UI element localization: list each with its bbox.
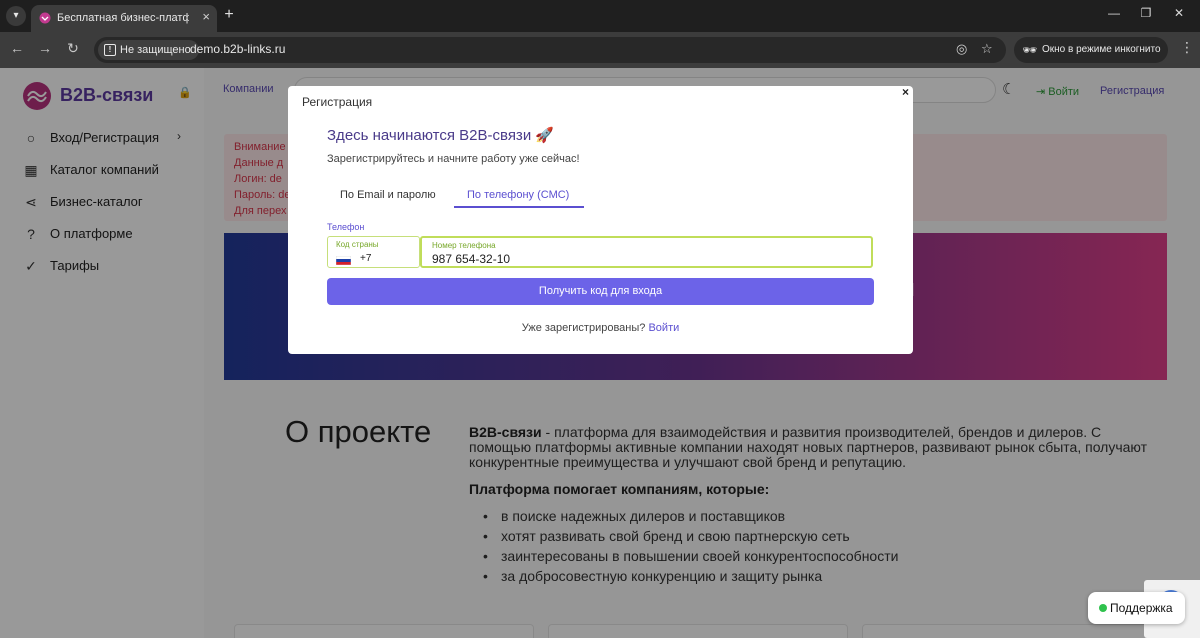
restore-icon[interactable]: ❐ [1138,6,1154,20]
new-tab-button[interactable]: + [221,6,237,24]
online-status-dot [1099,604,1107,612]
tab-email-password[interactable]: По Email и паролю [340,189,436,201]
url-text[interactable]: demo.b2b-links.ru [190,42,285,56]
support-button[interactable]: Поддержка [1088,592,1185,624]
country-code-label: Код страны [336,240,379,249]
already-registered: Уже зарегистрированы? Войти [288,322,913,334]
registration-modal: Регистрация × Здесь начинаются B2B-связи… [288,85,913,354]
russia-flag-icon [336,256,351,265]
tab-search-chevron-icon[interactable]: ▾ [6,6,26,26]
window-close-icon[interactable]: ✕ [1171,6,1187,20]
login-link-modal[interactable]: Войти [648,322,679,334]
modal-heading: Здесь начинаются B2B-связи 🚀 [327,127,555,144]
security-label: Не защищено [120,44,191,56]
reload-icon[interactable]: ↻ [63,40,83,57]
tab-title: Бесплатная бизнес-платформа [57,12,189,24]
address-bar[interactable]: ! Не защищено demo.b2b-links.ru ◎ ☆ [94,37,1006,63]
tab-phone-sms[interactable]: По телефону (СМС) [467,189,569,201]
modal-title: Регистрация [302,95,373,109]
get-code-button[interactable]: Получить код для входа [327,278,874,305]
warning-icon: ! [104,44,116,56]
site-favicon-icon [39,12,51,24]
browser-tabstrip: ▾ Бесплатная бизнес-платформа × + — ❐ ✕ [0,0,1200,32]
already-registered-text: Уже зарегистрированы? [521,322,646,334]
incognito-label: Окно в режиме инкогнито [1042,44,1161,55]
support-label: Поддержка [1110,601,1173,615]
modal-subheading: Зарегистрируйтесь и начните работу уже с… [327,153,580,165]
minimize-icon[interactable]: — [1106,6,1122,20]
incognito-chip[interactable]: 🕶 Окно в режиме инкогнито [1014,37,1168,63]
phone-number-value: 987 654-32-10 [432,252,511,266]
eye-off-icon[interactable]: ◎ [956,41,967,57]
tab-close-icon[interactable]: × [202,9,210,24]
incognito-icon: 🕶 [1022,43,1038,57]
phone-number-label: Номер телефона [432,241,496,250]
active-tab-indicator [454,206,584,208]
modal-close-button[interactable]: × [902,85,909,99]
browser-toolbar: ← → ↻ ! Не защищено demo.b2b-links.ru ◎ … [0,32,1200,68]
country-code-value: +7 [360,253,372,264]
security-chip[interactable]: ! Не защищено [98,40,199,60]
phone-number-input[interactable]: Номер телефона 987 654-32-10 [420,236,873,268]
country-code-select[interactable]: Код страны +7 [327,236,420,268]
browser-tab[interactable]: Бесплатная бизнес-платформа × [31,5,217,32]
browser-menu-icon[interactable]: ⋮ [1180,39,1194,56]
forward-arrow-icon[interactable]: → [35,40,55,56]
phone-label: Телефон [327,222,365,232]
bookmark-star-icon[interactable]: ☆ [981,41,993,57]
back-arrow-icon[interactable]: ← [7,40,27,56]
